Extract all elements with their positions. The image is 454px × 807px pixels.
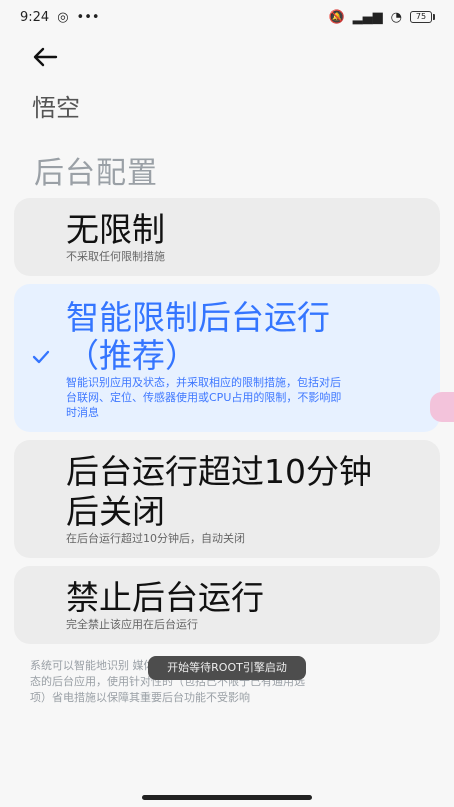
- option-subtitle: 不采取任何限制措施: [66, 250, 165, 263]
- section-title: 后台配置: [34, 156, 158, 191]
- app-title: 悟空: [32, 94, 80, 122]
- status-time: 9:24: [20, 9, 50, 25]
- footnote-line-3: 项）省电措施以保障其重要后台功能不受影响: [30, 691, 250, 704]
- back-arrow-icon: [33, 47, 58, 67]
- home-indicator[interactable]: [142, 795, 312, 800]
- wifi-icon: ◔: [390, 9, 402, 25]
- floating-side-handle[interactable]: [430, 392, 454, 422]
- option-subtitle: 完全禁止该应用在后台运行: [66, 618, 198, 631]
- option-smart-limit[interactable]: 智能限制后台运行 （推荐） 智能识别应用及状态，并采取相应的限制措施，包括对后 …: [14, 284, 440, 432]
- back-button[interactable]: [30, 44, 60, 70]
- option-forbid-background[interactable]: 禁止后台运行 完全禁止该应用在后台运行: [14, 566, 440, 644]
- option-title: 无限制: [66, 210, 165, 249]
- muted-bell-icon: 🔕: [328, 9, 345, 25]
- status-right: 🔕 ▂▄▆ ◔ 75: [328, 9, 435, 25]
- option-unrestricted[interactable]: 无限制 不采取任何限制措施: [14, 198, 440, 276]
- battery-icon: 75: [410, 11, 435, 23]
- option-title-line-2: （推荐）: [66, 336, 198, 375]
- notification-icon: ◎: [57, 9, 69, 25]
- option-close-after-10-min[interactable]: 后台运行超过10分钟 后关闭 在后台运行超过10分钟后，自动关闭: [14, 440, 440, 558]
- option-subtitle-line-3: 时消息: [66, 406, 99, 419]
- toast-message: 开始等待ROOT引擎启动: [148, 656, 306, 680]
- status-left: 9:24 ◎ •••: [20, 10, 100, 25]
- option-title: 禁止后台运行: [66, 578, 264, 617]
- more-dots-icon: •••: [76, 9, 100, 25]
- option-title-line-2: 后关闭: [66, 492, 165, 531]
- check-icon: [32, 350, 50, 364]
- option-subtitle: 在后台运行超过10分钟后，自动关闭: [66, 532, 245, 545]
- option-title-line-1: 后台运行超过10分钟: [66, 452, 372, 491]
- status-bar: 9:24 ◎ ••• 🔕 ▂▄▆ ◔ 75: [0, 0, 454, 34]
- signal-icon: ▂▄▆: [352, 9, 383, 25]
- option-subtitle-line-1: 智能识别应用及状态，并采取相应的限制措施，包括对后: [66, 376, 341, 389]
- option-subtitle-line-2: 台联网、定位、传感器使用或CPU占用的限制，不影响即: [66, 391, 342, 404]
